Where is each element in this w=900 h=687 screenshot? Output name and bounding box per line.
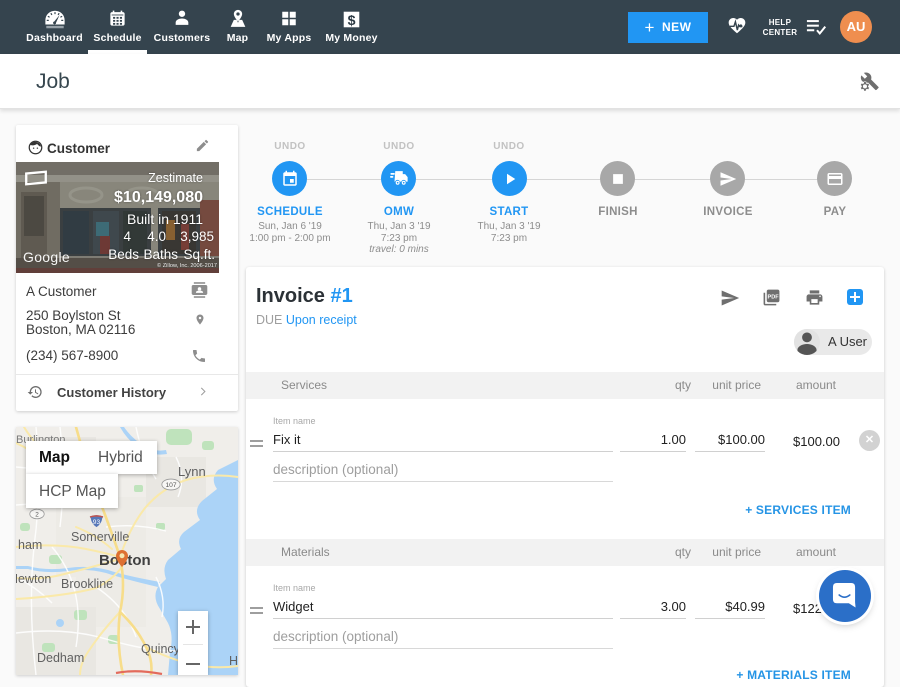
svg-text:2: 2 bbox=[35, 511, 39, 518]
svg-text:$: $ bbox=[348, 13, 356, 28]
svg-text:93: 93 bbox=[93, 519, 101, 526]
svg-text:107: 107 bbox=[165, 482, 176, 489]
svg-text:PDF: PDF bbox=[768, 295, 780, 301]
